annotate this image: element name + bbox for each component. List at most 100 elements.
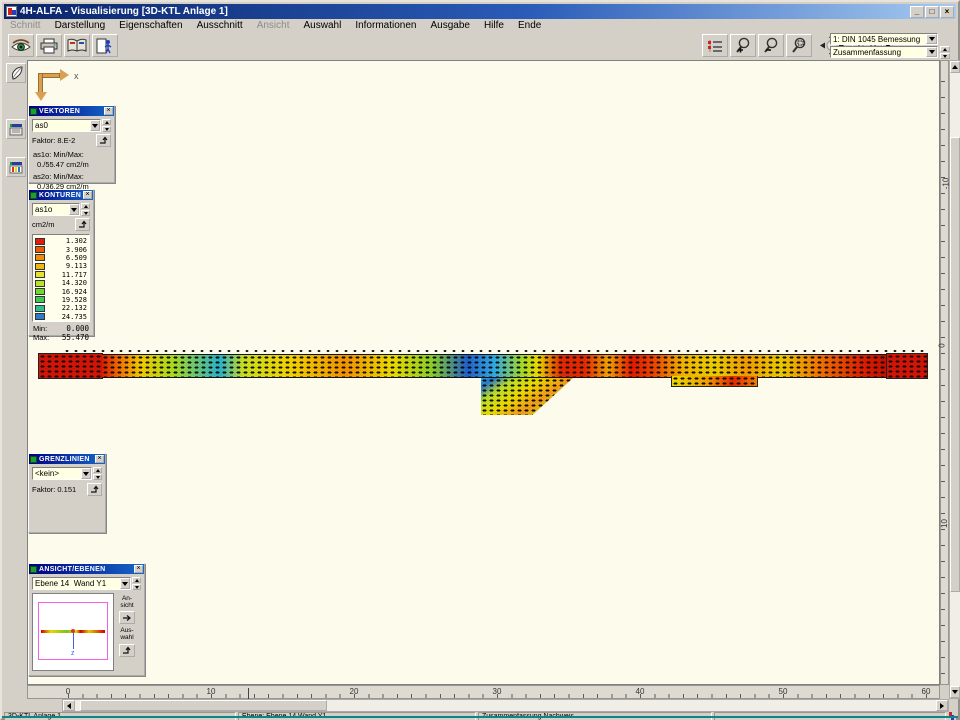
minimize-button[interactable]: _: [910, 6, 924, 18]
horizontal-scrollbar[interactable]: [62, 699, 949, 712]
close-button[interactable]: ×: [940, 6, 954, 18]
konturen-spinner[interactable]: [81, 203, 90, 216]
vertical-scrollbar[interactable]: [949, 60, 960, 699]
vektoren-as1o-label: as1o: Min/Max:: [33, 150, 114, 159]
scroll-right-icon[interactable]: [936, 700, 948, 711]
scale-value: 14.320: [48, 279, 87, 287]
plot-button[interactable]: [96, 134, 111, 147]
ruler-label: 40: [636, 687, 645, 696]
ruler-label: 0: [938, 343, 947, 347]
plot-button[interactable]: [75, 218, 90, 231]
panel-toggle-konturen-button[interactable]: [6, 157, 26, 177]
scale-swatch: [35, 313, 45, 320]
vektoren-spinner[interactable]: [102, 119, 111, 132]
close-icon[interactable]: ×: [134, 565, 143, 573]
preview-button[interactable]: [8, 34, 34, 57]
menu-schnitt: Schnitt: [10, 20, 41, 31]
menu-informationen[interactable]: Informationen: [355, 20, 416, 31]
konturen-combo-value: as1o: [35, 205, 52, 214]
panel-grenzlinien-titlebar[interactable]: GRENZLINIEN ×: [29, 454, 105, 464]
scale-value: 11.717: [48, 271, 87, 279]
maximize-button[interactable]: □: [925, 6, 939, 18]
y-axis-arrow: [38, 73, 43, 93]
page-tool-button[interactable]: [6, 63, 26, 83]
scale-value: 24.735: [48, 313, 87, 321]
chevron-down-icon[interactable]: [69, 204, 79, 215]
fem-beam-right-end: [886, 353, 928, 379]
print-button[interactable]: [36, 34, 62, 57]
plot-arrow-icon: [78, 220, 88, 229]
spin-down-icon[interactable]: [940, 53, 950, 59]
z-axis-line: [73, 633, 74, 649]
ansicht-label: An- sicht: [120, 595, 133, 609]
auswahl-button[interactable]: [119, 644, 135, 657]
menu-ausgabe[interactable]: Ausgabe: [430, 20, 469, 31]
menu-bar: Schnitt Darstellung Eigenschaften Aussch…: [4, 19, 956, 32]
app-window: 4H-ALFA - Visualisierung [3D-KTL Anlage …: [0, 0, 960, 720]
zoom-out-button[interactable]: [758, 34, 784, 57]
panel-vektoren-titlebar[interactable]: VEKTOREN ×: [29, 106, 114, 116]
menu-auswahl[interactable]: Auswahl: [304, 20, 342, 31]
scroll-down-icon[interactable]: [950, 686, 960, 698]
menu-hilfe[interactable]: Hilfe: [484, 20, 504, 31]
fem-beam-left-end: [38, 353, 103, 379]
plane-preview[interactable]: z: [32, 593, 114, 671]
result-spinner[interactable]: [940, 46, 950, 59]
app-icon: [6, 6, 17, 17]
horizontal-scroll-thumb[interactable]: [80, 700, 327, 711]
mini-panel-icon: [9, 161, 23, 174]
panel-toggle-vektoren-button[interactable]: [6, 119, 26, 139]
horizontal-ruler: 0 10 20 30 40 50 60: [27, 685, 940, 699]
konturen-combo[interactable]: as1o: [32, 203, 80, 216]
chevron-down-icon[interactable]: [90, 120, 100, 131]
chevron-down-icon[interactable]: [926, 34, 937, 44]
origin-axes: x y: [36, 67, 82, 103]
grenzlinien-spinner[interactable]: [93, 467, 102, 480]
menu-ausschnitt[interactable]: Ausschnitt: [197, 20, 243, 31]
panel-ansicht-ebenen: ANSICHT/EBENEN × Ebene 14 Wand Y1: [28, 563, 145, 676]
ansicht-button[interactable]: [119, 611, 135, 624]
result-type-combo[interactable]: Zusammenfassung: [830, 46, 938, 58]
ebene-combo[interactable]: Ebene 14 Wand Y1: [32, 577, 131, 590]
design-case-combo[interactable]: 1: DIN 1045 Bemessung: [830, 33, 938, 45]
scroll-left-icon[interactable]: [63, 700, 75, 711]
ruler-label: 0: [66, 687, 70, 696]
vertical-ruler: -10 0 10: [940, 60, 949, 685]
book-button[interactable]: [64, 34, 90, 57]
close-icon[interactable]: ×: [104, 107, 113, 115]
color-scale: 1.302 3.906 6.509 9.113 11.717 14.320 16…: [32, 234, 90, 322]
legend-button[interactable]: [702, 34, 728, 57]
close-icon[interactable]: ×: [95, 455, 104, 463]
panel-ansicht-titlebar[interactable]: ANSICHT/EBENEN ×: [29, 564, 144, 574]
panel-konturen-titlebar[interactable]: KONTUREN ×: [29, 190, 93, 200]
chevron-down-icon[interactable]: [926, 47, 937, 57]
scale-row: 11.717: [35, 271, 87, 279]
chevron-down-icon[interactable]: [120, 578, 130, 589]
exit-icon: [96, 38, 114, 54]
scale-swatch: [35, 254, 45, 261]
visualization-canvas[interactable]: x y VEKTOREN × as0: [27, 60, 940, 685]
eye-preview-icon: [11, 39, 31, 53]
grenzlinien-faktor: Faktor: 0.151: [32, 485, 76, 494]
spin-up-icon[interactable]: [940, 46, 950, 52]
vertical-scroll-thumb[interactable]: [950, 137, 960, 592]
zoom-window-button[interactable]: [786, 34, 812, 57]
menu-eigenschaften[interactable]: Eigenschaften: [119, 20, 182, 31]
auswahl-label: Aus- wahl: [120, 627, 133, 641]
plot-arrow-icon: [90, 485, 100, 494]
scale-swatch: [35, 280, 45, 287]
exit-button[interactable]: [92, 34, 118, 57]
menu-darstellung[interactable]: Darstellung: [55, 20, 106, 31]
vektoren-combo[interactable]: as0: [32, 119, 101, 132]
zoom-in-button[interactable]: [730, 34, 756, 57]
plot-button[interactable]: [87, 483, 102, 496]
chevron-down-icon[interactable]: [81, 468, 91, 479]
scale-max-row: Max:55.470: [33, 333, 89, 342]
scale-row: 16.924: [35, 287, 87, 295]
ebene-spinner[interactable]: [132, 577, 141, 590]
close-icon[interactable]: ×: [83, 191, 92, 199]
fem-sub-strip: [671, 376, 758, 387]
menu-ende[interactable]: Ende: [518, 20, 541, 31]
scroll-up-icon[interactable]: [950, 61, 960, 73]
grenzlinien-combo[interactable]: <kein>: [32, 467, 92, 480]
